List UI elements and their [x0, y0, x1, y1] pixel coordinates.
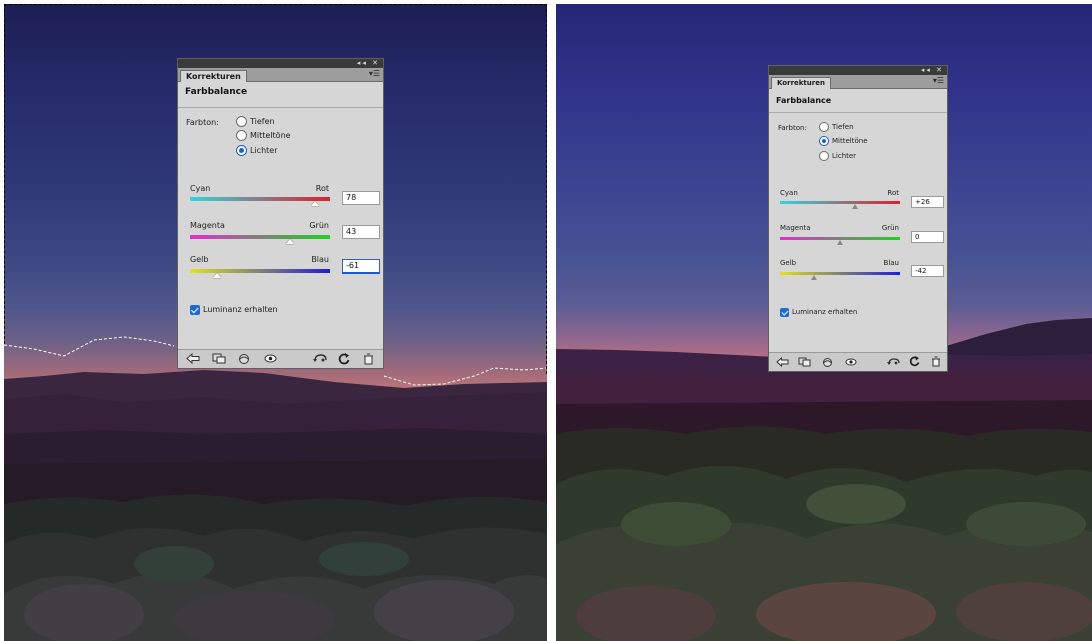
- slider-track-magenta-gruen[interactable]: [190, 235, 330, 239]
- slider-label-gelb: Gelb: [190, 255, 209, 264]
- value-field-magenta-gruen[interactable]: 0: [911, 231, 944, 243]
- selection-marquee-top: [4, 4, 547, 5]
- farbton-label: Farbton:: [778, 124, 807, 132]
- radio-lichter[interactable]: [819, 151, 829, 161]
- view-previous-icon[interactable]: [238, 353, 250, 364]
- luminance-checkbox[interactable]: [780, 308, 789, 317]
- slider-track-cyan-rot[interactable]: [780, 201, 900, 204]
- slider-label-magenta: Magenta: [780, 224, 811, 232]
- slider-label-rot: Rot: [887, 189, 899, 197]
- korrekturen-panel-right[interactable]: ◂◂ ✕ Korrekturen ▾☰ Farbbalance Farbton:…: [768, 65, 948, 372]
- value-field-cyan-rot[interactable]: +26: [911, 196, 944, 208]
- selection-marquee-left: [4, 4, 5, 344]
- slider-label-cyan: Cyan: [190, 184, 211, 193]
- slider-thumb-cyan-rot[interactable]: [310, 201, 319, 206]
- trash-icon[interactable]: [931, 356, 941, 367]
- panel-bottom-bar: [178, 349, 383, 368]
- adjustment-title: Farbbalance: [776, 96, 832, 105]
- radio-label-mitteltoene: Mitteltöne: [832, 137, 868, 145]
- value-field-cyan-rot[interactable]: 78: [342, 191, 380, 205]
- radio-label-mitteltoene: Mitteltöne: [250, 131, 291, 140]
- collapse-close-icon[interactable]: ◂◂ ✕: [357, 59, 380, 68]
- slider-label-gruen: Grün: [309, 221, 329, 230]
- luminance-label: Luminanz erhalten: [203, 305, 278, 314]
- adjustment-title: Farbbalance: [185, 87, 248, 97]
- farbton-label: Farbton:: [186, 118, 219, 127]
- radio-label-lichter: Lichter: [250, 146, 278, 155]
- slider-track-gelb-blau[interactable]: [190, 269, 330, 273]
- refresh-icon[interactable]: [338, 353, 350, 365]
- back-arrow-icon[interactable]: [186, 353, 200, 364]
- panel-tabbar: Korrekturen ▾☰: [769, 75, 947, 89]
- radio-tiefen[interactable]: [236, 116, 247, 127]
- slider-thumb-gelb-blau[interactable]: [811, 275, 818, 280]
- tab-korrekturen[interactable]: Korrekturen: [180, 70, 247, 82]
- visibility-eye-icon[interactable]: [845, 358, 857, 366]
- slider-track-gelb-blau[interactable]: [780, 272, 900, 275]
- divider: [178, 107, 383, 108]
- luminance-label: Luminanz erhalten: [792, 308, 858, 316]
- slider-thumb-magenta-gruen[interactable]: [836, 240, 843, 245]
- panel-tabbar: Korrekturen ▾☰: [178, 68, 383, 82]
- slider-label-blau: Blau: [311, 255, 329, 264]
- slider-label-blau: Blau: [883, 259, 899, 267]
- value-field-gelb-blau[interactable]: -61: [342, 259, 380, 274]
- radio-tiefen[interactable]: [819, 122, 829, 132]
- slider-label-magenta: Magenta: [190, 221, 225, 230]
- view-previous-icon[interactable]: [822, 357, 833, 367]
- panel-menu-icon[interactable]: ▾☰: [933, 76, 944, 86]
- clip-to-layer-icon[interactable]: [212, 353, 226, 364]
- slider-thumb-gelb-blau[interactable]: [213, 273, 222, 278]
- panel-titlebar[interactable]: ◂◂ ✕: [178, 59, 383, 68]
- trash-icon[interactable]: [363, 353, 374, 365]
- selection-marquee-right: [546, 4, 547, 374]
- reset-icon[interactable]: [313, 353, 328, 364]
- korrekturen-panel-left[interactable]: ◂◂ ✕ Korrekturen ▾☰ Farbbalance Farbton:…: [177, 58, 384, 369]
- radio-label-tiefen: Tiefen: [250, 117, 275, 126]
- slider-label-rot: Rot: [315, 184, 329, 193]
- panel-titlebar[interactable]: ◂◂ ✕: [769, 66, 947, 75]
- back-arrow-icon[interactable]: [776, 357, 789, 367]
- clip-to-layer-icon[interactable]: [798, 357, 811, 367]
- radio-lichter[interactable]: [236, 145, 247, 156]
- value-field-magenta-gruen[interactable]: 43: [342, 225, 380, 239]
- panel-menu-icon[interactable]: ▾☰: [369, 69, 380, 79]
- refresh-icon[interactable]: [909, 356, 920, 367]
- slider-label-gruen: Grün: [881, 224, 899, 232]
- slider-label-gelb: Gelb: [780, 259, 797, 267]
- reset-icon[interactable]: [887, 357, 901, 367]
- slider-thumb-magenta-gruen[interactable]: [286, 239, 295, 244]
- radio-mitteltoene[interactable]: [819, 136, 829, 146]
- panel-bottom-bar: [769, 352, 947, 371]
- collapse-close-icon[interactable]: ◂◂ ✕: [921, 66, 944, 75]
- visibility-eye-icon[interactable]: [264, 354, 277, 363]
- slider-track-cyan-rot[interactable]: [190, 197, 330, 201]
- slider-label-cyan: Cyan: [780, 189, 798, 197]
- slider-thumb-cyan-rot[interactable]: [852, 204, 859, 209]
- radio-mitteltoene[interactable]: [236, 130, 247, 141]
- tab-korrekturen[interactable]: Korrekturen: [771, 77, 831, 89]
- value-field-gelb-blau[interactable]: -42: [911, 265, 944, 277]
- luminance-checkbox[interactable]: [190, 305, 200, 315]
- radio-label-lichter: Lichter: [832, 152, 857, 160]
- radio-label-tiefen: Tiefen: [832, 123, 854, 131]
- divider: [769, 112, 947, 113]
